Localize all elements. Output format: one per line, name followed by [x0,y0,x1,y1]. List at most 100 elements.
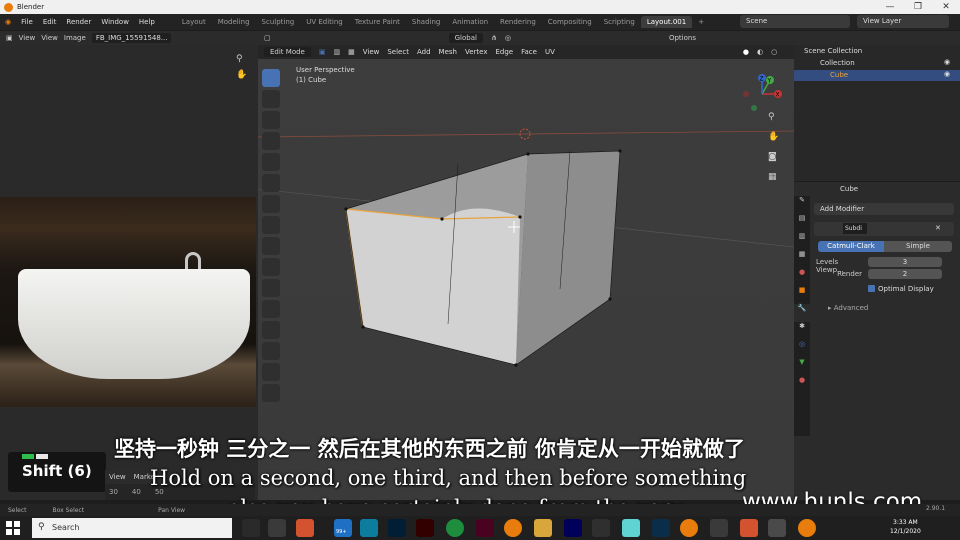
tab-scripting[interactable]: Scripting [598,16,641,28]
task-view-icon[interactable] [242,519,260,537]
data-tab-icon[interactable]: ▼ [794,358,810,376]
image-view-menu-2[interactable]: View [41,34,58,42]
blender-3-icon[interactable] [798,519,816,537]
image-name-field[interactable]: FB_IMG_15591548... [91,33,172,43]
timeline-view-menu[interactable]: View [109,473,126,481]
tab-shading[interactable]: Shading [406,16,446,28]
scale-tool-icon[interactable] [262,153,280,171]
spin-tool-icon[interactable] [262,363,280,381]
viewport-vertex-menu[interactable]: Vertex [465,48,488,56]
extrude-tool-icon[interactable] [262,237,280,255]
viewport-select-menu[interactable]: Select [387,48,409,56]
app-2-icon[interactable] [710,519,728,537]
zoom-icon[interactable]: ⚲ [236,54,243,64]
minimize-button[interactable]: — [876,0,904,14]
view-layer-selector[interactable]: View Layer [857,15,949,28]
windows-start-icon[interactable] [6,521,20,535]
material-tab-icon[interactable]: ● [794,376,810,394]
menu-render[interactable]: Render [61,18,96,26]
select-tool-icon[interactable] [262,69,280,87]
image-menu[interactable]: Image [64,34,86,42]
shading-render-icon[interactable]: ○ [771,48,777,56]
knife-tool-icon[interactable] [262,321,280,339]
scene-selector[interactable]: Scene [740,15,850,28]
modifier-close-icon[interactable]: ✕ [935,224,941,232]
output-tab-icon[interactable]: ▥ [794,232,810,250]
poly-build-tool-icon[interactable] [262,342,280,360]
illustrator-icon[interactable] [416,519,434,537]
tab-sculpting[interactable]: Sculpting [256,16,301,28]
menu-edit[interactable]: Edit [38,18,62,26]
app-3-icon[interactable] [740,519,758,537]
mode-selector[interactable]: Edit Mode [264,47,311,57]
physics-tab-icon[interactable]: ◎ [794,340,810,358]
file-explorer-icon[interactable] [534,519,552,537]
visibility-eye-icon[interactable]: ◉ [944,70,950,78]
annotate-tool-icon[interactable] [262,195,280,213]
chrome-icon[interactable] [446,519,464,537]
menu-file[interactable]: File [16,18,38,26]
tab-modeling[interactable]: Modeling [212,16,256,28]
ortho-grid-icon[interactable]: ▦ [768,172,788,192]
edge-browser-icon[interactable] [360,519,378,537]
image-view-menu[interactable]: View [19,34,36,42]
outliner-scene-collection[interactable]: Scene Collection [794,46,960,57]
audition-icon[interactable] [622,519,640,537]
tab-texture-paint[interactable]: Texture Paint [349,16,406,28]
viewport-edge-menu[interactable]: Edge [495,48,513,56]
tab-compositing[interactable]: Compositing [542,16,598,28]
office-app-icon[interactable] [296,519,314,537]
indesign-icon[interactable] [476,519,494,537]
mail-app-icon[interactable]: 99+ [334,519,352,537]
snap-icon[interactable]: ⋔ [491,34,497,42]
widgets-icon[interactable] [268,519,286,537]
maximize-button[interactable]: ❐ [904,0,932,14]
face-select-icon[interactable]: ▦ [348,48,355,56]
zoom-icon[interactable]: ⚲ [768,112,788,132]
tab-uv-editing[interactable]: UV Editing [300,16,349,28]
viewport-add-menu[interactable]: Add [417,48,431,56]
proportional-edit-icon[interactable]: ◎ [505,34,511,42]
editor-type-icon[interactable]: ▣ [6,34,13,42]
camera-icon[interactable]: ◙ [768,152,788,172]
lightroom-icon[interactable] [652,519,670,537]
tab-layout-001[interactable]: Layout.001 [640,16,693,28]
outliner-cube[interactable]: Cube [794,70,960,81]
object-tab-icon[interactable]: ■ [794,286,810,304]
edge-select-icon[interactable]: ▥ [333,48,340,56]
simple-button[interactable]: Simple [884,241,952,252]
add-workspace-button[interactable]: + [692,16,710,28]
render-levels-field[interactable]: 2 [868,269,942,279]
app-icon[interactable] [592,519,610,537]
bevel-tool-icon[interactable] [262,279,280,297]
rotate-tool-icon[interactable] [262,132,280,150]
transform-orientation[interactable]: Global [448,33,483,43]
cursor-tool-icon[interactable] [262,90,280,108]
menu-window[interactable]: Window [96,18,134,26]
loop-cut-tool-icon[interactable] [262,300,280,318]
tab-animation[interactable]: Animation [446,16,494,28]
blender-active-icon[interactable] [768,519,786,537]
visibility-eye-icon[interactable]: ◉ [944,58,950,66]
after-effects-icon[interactable] [564,519,582,537]
vertex-select-icon[interactable]: ▣ [319,48,326,56]
photoshop-icon[interactable] [388,519,406,537]
blender-taskbar-icon[interactable] [504,519,522,537]
tool-tab-icon[interactable]: ✎ [794,196,810,214]
measure-tool-icon[interactable] [262,216,280,234]
blender-2-icon[interactable] [680,519,698,537]
view-layer-tab-icon[interactable]: ▦ [794,250,810,268]
shading-solid-icon[interactable]: ● [743,48,749,56]
close-button[interactable]: ✕ [932,0,960,14]
navigation-gizmo[interactable]: X Y Z [738,72,788,116]
viewport-uv-menu[interactable]: UV [545,48,555,56]
viewport-mesh-menu[interactable]: Mesh [439,48,457,56]
modifier-tab-icon[interactable]: 🔧 [794,304,810,322]
menu-help[interactable]: Help [134,18,160,26]
pan-hand-icon[interactable]: ✋ [768,132,788,152]
outliner-collection[interactable]: Collection [794,58,960,69]
optimal-display-checkbox[interactable] [868,285,875,292]
pan-hand-icon[interactable]: ✋ [236,70,247,80]
taskbar-search-input[interactable]: Search [32,518,232,538]
particles-tab-icon[interactable]: ✱ [794,322,810,340]
